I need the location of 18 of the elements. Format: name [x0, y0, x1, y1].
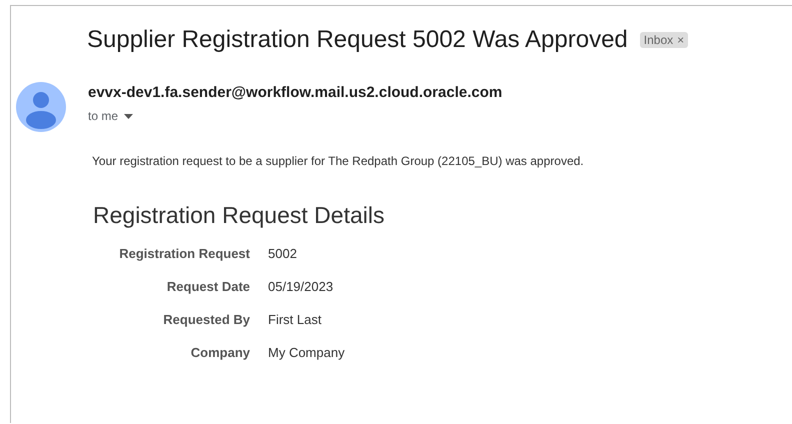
- detail-label: Requested By: [162, 312, 250, 327]
- detail-value: 5002: [268, 246, 298, 261]
- detail-label: Registration Request: [118, 246, 250, 261]
- label-text: Inbox: [644, 33, 674, 47]
- email-subject: Supplier Registration Request 5002 Was Approved: [87, 26, 628, 54]
- caret-icon: [124, 114, 134, 118]
- message-text: Your registration request to be a supplier for The Redpath Group (22105_BU) was approved.: [92, 154, 585, 168]
- detail-value: First Last: [268, 312, 322, 327]
- recipient-dropdown[interactable]: to me: [88, 109, 134, 123]
- detail-label: Company: [190, 345, 250, 360]
- sender-address: evvx-dev1.fa.sender@workflow.mail.us2.cloud.oracle.com: [88, 84, 502, 101]
- details-heading: Registration Request Details: [93, 202, 386, 229]
- detail-label: Request Date: [166, 279, 250, 294]
- inbox-label[interactable]: Inbox ×: [640, 32, 688, 48]
- avatar-icon: [16, 82, 66, 132]
- detail-value: My Company: [268, 345, 345, 360]
- detail-value: 05/19/2023: [268, 279, 334, 294]
- remove-label-icon[interactable]: ×: [677, 33, 684, 47]
